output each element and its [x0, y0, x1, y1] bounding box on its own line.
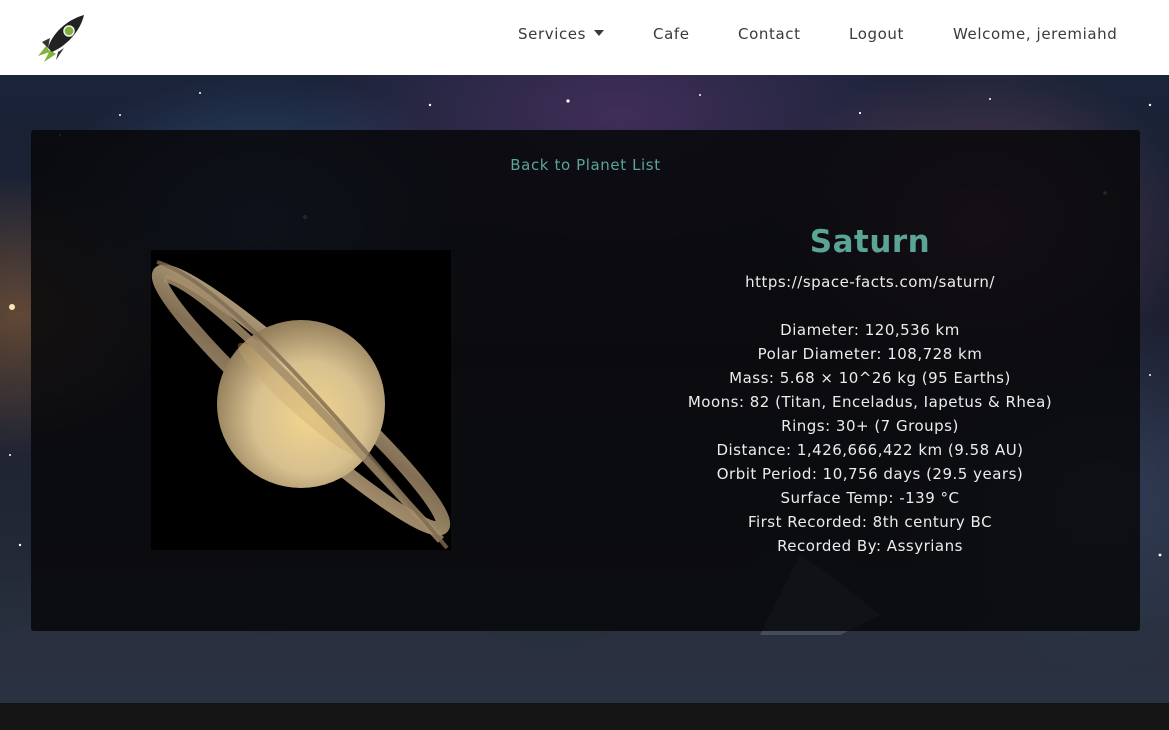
nav-link-contact[interactable]: Contact: [738, 25, 801, 43]
fact-distance: Distance: 1,426,666,422 km (9.58 AU): [716, 441, 1024, 459]
planet-card: Back to Planet List Saturn https://space…: [31, 130, 1140, 631]
footer: [0, 703, 1169, 730]
fact-orbit-period: Orbit Period: 10,756 days (29.5 years): [716, 465, 1024, 483]
fact-diameter: Diameter: 120,536 km: [780, 321, 960, 339]
fact-recorded-by: Recorded By: Assyrians: [777, 537, 963, 555]
fact-moons: Moons: 82 (Titan, Enceladus, Iapetus & R…: [687, 393, 1053, 411]
rocket-icon[interactable]: [36, 12, 88, 62]
nav-link-cafe[interactable]: Cafe: [653, 25, 690, 43]
nav-link-logout[interactable]: Logout: [849, 25, 904, 43]
back-to-planet-list-link[interactable]: Back to Planet List: [31, 156, 1140, 174]
fact-polar-diameter: Polar Diameter: 108,728 km: [757, 345, 983, 363]
planet-image: [151, 250, 451, 550]
planet-info: Saturn https://space-facts.com/saturn/ D…: [631, 222, 1109, 558]
planet-name: Saturn: [809, 224, 931, 260]
navbar: Services Cafe Contact Logout Welcome, je…: [0, 0, 1169, 75]
welcome-text: Welcome, jeremiahd: [953, 25, 1118, 43]
fact-surface-temp: Surface Temp: -139 °C: [780, 489, 960, 507]
fact-first-recorded: First Recorded: 8th century BC: [747, 513, 993, 531]
fact-mass: Mass: 5.68 × 10^26 kg (95 Earths): [729, 369, 1011, 387]
planet-url: https://space-facts.com/saturn/: [745, 273, 995, 291]
services-label: Services: [518, 25, 587, 43]
fact-rings: Rings: 30+ (7 Groups): [781, 417, 959, 435]
services-dropdown[interactable]: Services: [518, 25, 605, 43]
caret-down-icon: [594, 30, 605, 36]
